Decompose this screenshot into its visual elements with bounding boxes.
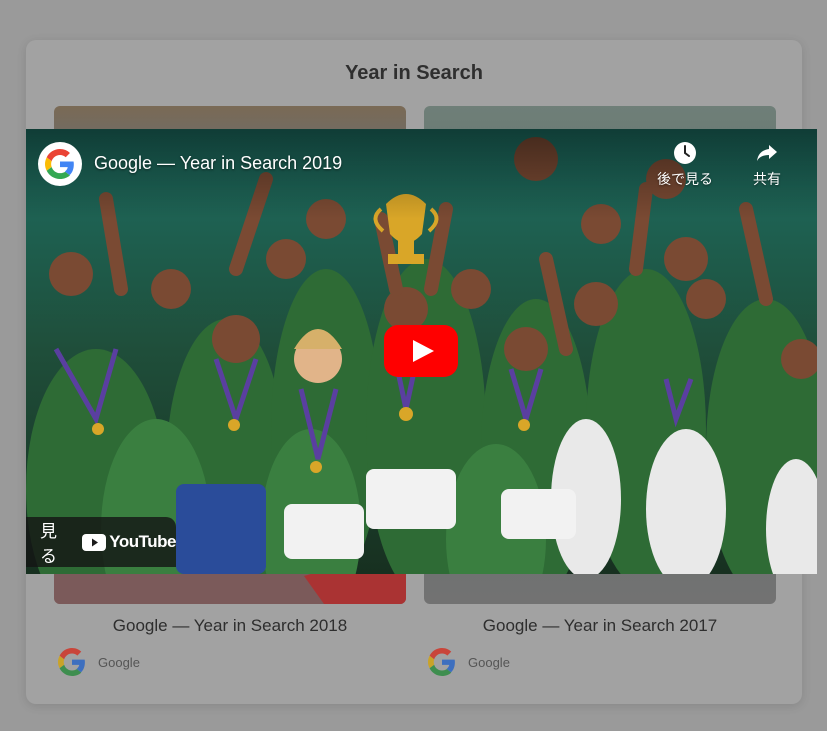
google-g-icon: [45, 149, 74, 179]
section-title: Year in Search: [345, 62, 483, 84]
watch-label: 見る: [40, 522, 57, 566]
source-name: Google: [98, 654, 140, 670]
youtube-logo: YouTube: [82, 532, 176, 552]
share-label: 共有: [753, 171, 781, 187]
clock-icon: [674, 142, 696, 164]
share-button[interactable]: 共有: [732, 141, 802, 189]
play-button[interactable]: [384, 325, 458, 377]
card-title-2017[interactable]: Google — Year in Search 2017: [424, 616, 776, 636]
google-g-icon: [58, 648, 85, 676]
card-source-2017: Google: [428, 648, 510, 676]
youtube-wordmark: YouTube: [109, 532, 176, 551]
watch-on-youtube-button[interactable]: 見る YouTube: [26, 517, 176, 567]
source-name: Google: [468, 654, 510, 670]
watch-later-label: 後で見る: [657, 171, 713, 187]
card-title-2018[interactable]: Google — Year in Search 2018: [54, 616, 406, 636]
card-source-2018: Google: [58, 648, 140, 676]
play-icon: [384, 325, 458, 377]
watch-later-button[interactable]: 後で見る: [650, 141, 720, 189]
google-g-icon: [428, 648, 455, 676]
youtube-play-icon: [82, 533, 107, 551]
video-title[interactable]: Google — Year in Search 2019: [94, 153, 342, 174]
video-player[interactable]: Google — Year in Search 2019 後で見る 共有 見る …: [26, 129, 817, 574]
share-arrow-icon: [757, 145, 777, 161]
channel-avatar[interactable]: [38, 142, 82, 186]
